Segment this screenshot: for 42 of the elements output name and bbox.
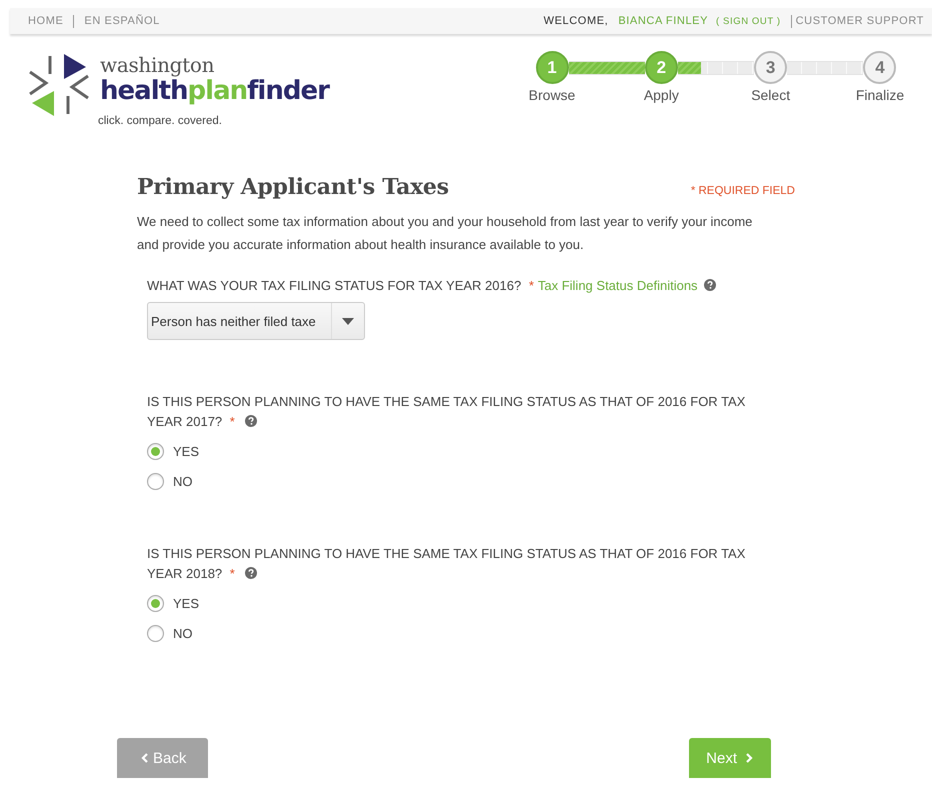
question-label: IS THIS PERSON PLANNING TO HAVE THE SAME TAX FILING STATUS AS THAT OF 2016 FOR TAX YEAR 2018? *: [147, 545, 746, 583]
required-note: * REQUIRED FIELD: [690, 185, 795, 197]
step-circle: 4: [863, 51, 896, 84]
help-icon[interactable]: [244, 415, 257, 427]
radio-label: NO: [173, 474, 192, 489]
step-circle: 3: [754, 51, 788, 84]
radio-button[interactable]: [147, 625, 164, 642]
back-button[interactable]: Back: [117, 738, 208, 778]
help-icon[interactable]: [704, 279, 716, 291]
nav-link[interactable]: EN ESPAÑOL: [84, 15, 160, 27]
step-label: Apply: [644, 87, 679, 103]
sign-out-link[interactable]: ( SIGN OUT ): [716, 16, 781, 26]
step-label: Select: [751, 87, 790, 103]
user-name: BIANCA FINLEY: [618, 15, 708, 27]
customer-support-link[interactable]: CUSTOMER SUPPORT: [796, 15, 924, 27]
intro-text: We need to collect some tax information about you and your household from last year to verify your income and provide you accurate information about health insurance available to you.: [137, 213, 754, 254]
tax-status-select[interactable]: Person has neither filed taxe: [147, 302, 365, 340]
radio-label: YES: [173, 596, 200, 611]
welcome-text: WELCOME,: [544, 15, 608, 27]
step-label: Browse: [528, 87, 576, 103]
logo-tagline: click. compare. covered.: [98, 115, 223, 127]
chevron-left-icon: [141, 753, 148, 763]
logo-title: washington: [100, 54, 216, 76]
nav-link[interactable]: HOME: [28, 15, 64, 27]
question-label: IS THIS PERSON PLANNING TO HAVE THE SAME TAX FILING STATUS AS THAT OF 2016 FOR TAX YEAR 2017? *: [147, 393, 746, 431]
help-icon[interactable]: [244, 567, 257, 579]
chevron-right-icon: [746, 753, 753, 763]
radio-label: NO: [173, 626, 192, 641]
logo-icon: [28, 52, 90, 118]
caret-icon: [342, 318, 354, 324]
step-label: Finalize: [856, 87, 904, 103]
radio-button[interactable]: [147, 443, 164, 460]
radio-button[interactable]: [147, 595, 164, 612]
next-button[interactable]: Next: [689, 738, 771, 778]
page-title: Primary Applicant's Taxes: [137, 174, 449, 200]
step-circle: 2: [644, 51, 678, 84]
radio-button[interactable]: [147, 473, 164, 490]
radio-label: YES: [173, 444, 200, 459]
help-link[interactable]: Tax Filing Status Definitions: [538, 278, 698, 293]
question-label: WHAT WAS YOUR TAX FILING STATUS FOR TAX YEAR 2016? * Tax Filing Status Definitions: [147, 276, 779, 296]
step-circle: 1: [536, 51, 568, 84]
logo-name: healthplanfinder: [100, 76, 329, 106]
